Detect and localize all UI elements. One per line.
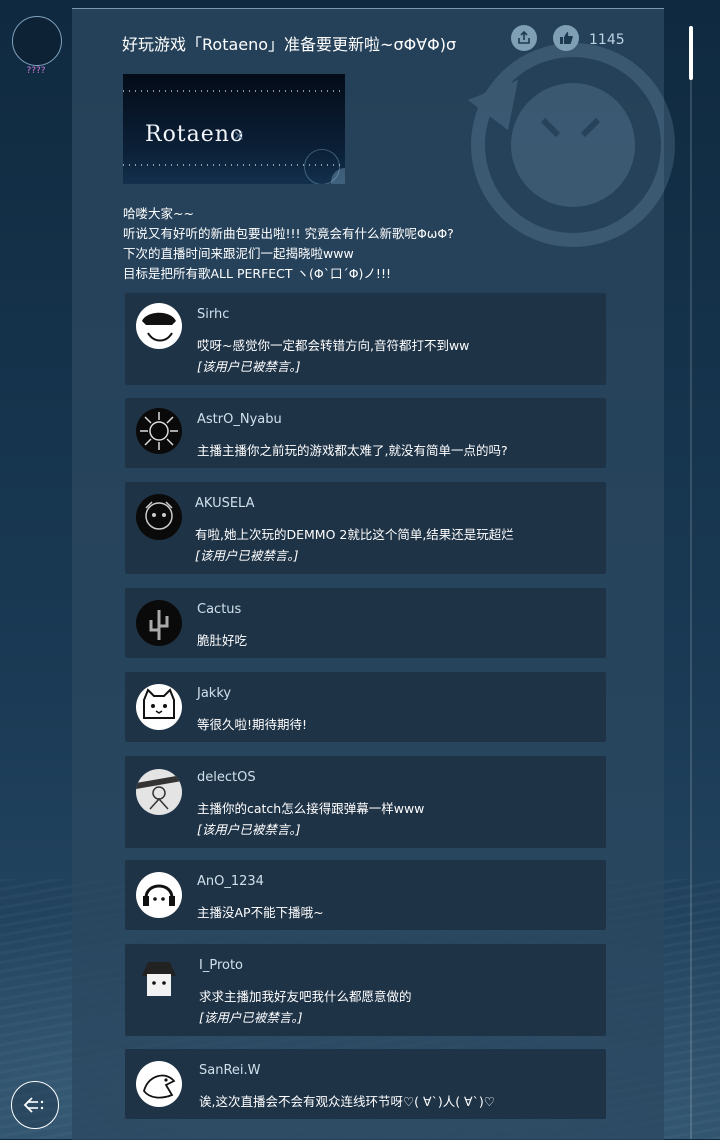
commenter-name[interactable]: I_Proto [199,958,243,973]
avatar-headphones-icon [143,884,175,906]
commenter-avatar[interactable] [136,303,182,349]
comment-card: I_Proto 求求主播加我好友吧我什么都愿意做的 [该用户已被禁言。] [125,944,606,1036]
comment-text: 脆肚好吃 [197,633,248,648]
comment-text: 主播主播你之前玩的游戏都太难了,就没有简单一点的吗? [197,443,508,458]
commenter-avatar[interactable] [136,408,182,454]
mascot-watermark-icon [468,43,675,247]
like-count: 1145 [589,32,625,48]
scrollbar-track[interactable] [690,26,692,1139]
comment-text: 有啦,她上次玩的DEMMO 2就比这个简单,结果还是玩超烂 [195,527,514,542]
post-body-line: 目标是把所有歌ALL PERFECT ヽ(Φ`口´Φ)ノ!!! [123,266,391,281]
user-name: ???? [26,66,46,76]
cat-face-icon [143,688,175,719]
user-avatar[interactable] [12,16,62,66]
avatar-sunburst-icon [140,412,178,450]
comment-text: 等很久啦!期待期待! [197,717,308,732]
comment-card: AstrO_Nyabu 主播主播你之前玩的游戏都太难了,就没有简单一点的吗? [125,398,606,468]
back-icon [23,1097,44,1113]
comment-text: 主播你的catch怎么接得跟弹幕一样www [197,801,425,816]
commenter-name[interactable]: AKUSELA [195,496,254,511]
comment-text: 哎呀~感觉你一定都会转错方向,音符都打不到ww [197,338,470,353]
banned-notice: [该用户已被禁言。] [199,1010,303,1025]
like-button[interactable] [553,25,579,51]
avatar-character-icon [145,501,173,530]
post-banner-image[interactable]: Rotaeno × [123,74,345,184]
avatar-glasses-icon [142,312,176,342]
banned-notice: [该用户已被禁言。] [197,359,301,374]
commenter-avatar[interactable] [136,872,182,918]
commenter-name[interactable]: delectOS [197,770,256,785]
commenter-avatar[interactable] [136,1061,182,1107]
commenter-name[interactable]: Sirhc [197,307,229,322]
thumbs-up-icon [560,32,573,44]
banner-x-mark: × [233,128,245,144]
commenter-avatar[interactable] [136,494,182,540]
avatar-hooded-icon [142,962,176,996]
comment-card: Jakky 等很久啦!期待期待! [125,672,606,742]
post-body-line: 下次的直播时间来跟泥们一起揭晓啦www [123,246,354,261]
post-body-line: 哈喽大家~~ [123,206,194,221]
cactus-icon [149,610,169,640]
banned-notice: [该用户已被禁言。] [195,548,299,563]
commenter-avatar[interactable] [136,600,182,646]
post-body-line: 听说又有好听的新曲包要出啦!!! 究竟会有什么新歌呢ΦωΦ? [123,226,454,241]
comment-text: 求求主播加我好友吧我什么都愿意做的 [199,989,412,1004]
comment-card: Sirhc 哎呀~感觉你一定都会转错方向,音符都打不到ww [该用户已被禁言。] [125,293,606,385]
avatar-figure-icon [136,775,182,810]
commenter-avatar[interactable] [136,684,182,730]
commenter-avatar[interactable] [136,769,182,815]
post-body: 哈喽大家~~ 听说又有好听的新曲包要出啦!!! 究竟会有什么新歌呢ΦωΦ? 下次… [123,204,454,284]
commenter-name[interactable]: AnO_1234 [197,874,264,889]
back-button[interactable] [11,1081,59,1129]
comment-text: 诶,这次直播会不会有观众连线环节呀♡( ∀`)人( ∀`)♡ [199,1094,495,1109]
comment-card: Cactus 脆肚好吃 [125,588,606,658]
commenter-name[interactable]: Jakky [197,686,231,701]
scrollbar-thumb[interactable] [689,26,693,80]
banned-notice: [该用户已被禁言。] [197,822,301,837]
share-icon [518,30,530,44]
bird-icon [143,1074,176,1099]
comment-card: delectOS 主播你的catch怎么接得跟弹幕一样www [该用户已被禁言。… [125,756,606,848]
comment-card: AKUSELA 有啦,她上次玩的DEMMO 2就比这个简单,结果还是玩超烂 [该… [125,482,606,574]
banner-logo: Rotaeno [145,122,245,147]
post-title: 好玩游戏「Rotaeno」准备要更新啦~σΦ∀Φ)σ [122,35,457,54]
commenter-name[interactable]: AstrO_Nyabu [197,412,282,427]
commenter-avatar[interactable] [136,956,182,1002]
share-button[interactable] [511,25,537,51]
comment-text: 主播没AP不能下播哦~ [197,905,324,920]
commenter-name[interactable]: Cactus [197,602,241,617]
comment-card: AnO_1234 主播没AP不能下播哦~ [125,860,606,930]
comment-card: SanRei.W 诶,这次直播会不会有观众连线环节呀♡( ∀`)人( ∀`)♡ [125,1049,606,1119]
commenter-name[interactable]: SanRei.W [199,1063,261,1078]
